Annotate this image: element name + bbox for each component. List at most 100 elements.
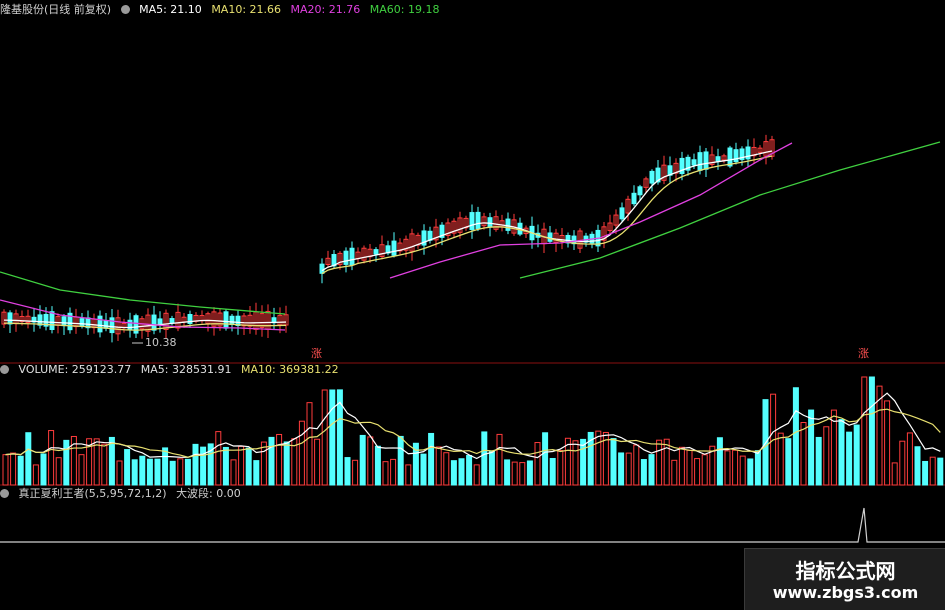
candle-body bbox=[487, 217, 493, 228]
volume-bar bbox=[230, 459, 237, 486]
volume-bar bbox=[473, 464, 480, 486]
volume-bar bbox=[929, 456, 936, 486]
volume-bar bbox=[184, 458, 191, 486]
candle-body bbox=[703, 151, 709, 170]
volume-bar bbox=[610, 438, 617, 486]
volume-bar bbox=[146, 458, 153, 486]
volume-bar bbox=[481, 431, 488, 486]
volume-bar bbox=[359, 434, 366, 486]
volume-bar bbox=[367, 436, 374, 486]
volume-bar bbox=[382, 461, 389, 486]
indicator-value: 大波段: 0.00 bbox=[176, 487, 241, 500]
volume-bar bbox=[268, 436, 275, 486]
volume-bar bbox=[131, 459, 138, 486]
candle-body bbox=[619, 207, 625, 220]
watermark: 指标公式网 www.zbgs3.com bbox=[744, 548, 945, 610]
volume-bar bbox=[656, 439, 663, 486]
volume-bar bbox=[747, 458, 754, 486]
indicator-header: 真正夏利王者(5,5,95,72,1,2) 大波段: 0.00 bbox=[0, 487, 247, 501]
volume-bar bbox=[321, 389, 328, 486]
volume-bar bbox=[823, 426, 830, 486]
volume-bar bbox=[519, 462, 526, 486]
volume-bar bbox=[542, 432, 549, 486]
volume-bar bbox=[732, 449, 739, 486]
volume-bar bbox=[580, 438, 587, 486]
price-header: 隆基股份(日线 前复权) MA5: 21.10 MA10: 21.66 MA20… bbox=[0, 3, 445, 17]
volume-bar bbox=[808, 409, 815, 486]
volume-bar bbox=[154, 458, 161, 486]
volume-bar bbox=[124, 449, 131, 486]
volume-bar bbox=[222, 446, 229, 486]
candle-body bbox=[61, 316, 67, 327]
volume-bar bbox=[458, 458, 465, 486]
volume-bar bbox=[899, 440, 906, 486]
candle-body bbox=[727, 147, 733, 167]
volume-bar bbox=[868, 376, 875, 486]
volume-bar bbox=[78, 454, 85, 486]
volume-bar bbox=[846, 431, 853, 486]
volume-bar bbox=[488, 450, 495, 486]
candle-body bbox=[637, 186, 643, 196]
volume-bar bbox=[618, 452, 625, 486]
settings-icon[interactable] bbox=[120, 5, 130, 14]
indicator-pane bbox=[0, 507, 945, 543]
ma5-readout: MA5: 21.10 bbox=[139, 3, 202, 16]
candle-body bbox=[349, 247, 355, 266]
volume-bar bbox=[648, 454, 655, 486]
candle-body bbox=[109, 317, 115, 334]
volume-bar bbox=[428, 432, 435, 486]
settings-icon[interactable] bbox=[0, 365, 9, 374]
volume-readout: VOLUME: 259123.77 bbox=[18, 363, 132, 376]
candle-body bbox=[505, 218, 511, 231]
volume-bar bbox=[625, 452, 632, 486]
settings-icon[interactable] bbox=[0, 489, 9, 498]
volume-bar bbox=[572, 440, 579, 486]
mark-right: 涨 bbox=[858, 347, 869, 360]
volume-bar bbox=[861, 376, 868, 486]
volume-bar bbox=[420, 453, 427, 486]
volume-bar bbox=[884, 400, 891, 486]
candle-body bbox=[715, 156, 721, 162]
volume-bar bbox=[678, 446, 685, 486]
volume-bar bbox=[314, 438, 321, 486]
watermark-title: 指标公式网 bbox=[795, 559, 896, 583]
candle-body bbox=[547, 232, 553, 242]
candle-body bbox=[475, 211, 481, 229]
vol-ma10-readout: MA10: 369381.22 bbox=[240, 363, 339, 376]
volume-bar bbox=[435, 446, 442, 486]
kline-chart[interactable]: 10.38 涨 涨 bbox=[0, 0, 945, 609]
volume-bar bbox=[352, 459, 359, 486]
volume-bar bbox=[504, 459, 511, 486]
volume-bar bbox=[557, 450, 564, 486]
volume-bar bbox=[101, 443, 108, 486]
volume-bar bbox=[701, 454, 708, 486]
volume-bar bbox=[595, 430, 602, 486]
volume-bar bbox=[329, 389, 336, 486]
volume-bar bbox=[298, 420, 305, 486]
candle-body bbox=[49, 311, 55, 330]
candle-body bbox=[103, 320, 109, 329]
volume-bar bbox=[549, 457, 556, 486]
volume-pane bbox=[2, 376, 944, 486]
volume-bar bbox=[686, 449, 693, 486]
volume-bar bbox=[405, 464, 412, 486]
volume-bar bbox=[694, 458, 701, 486]
volume-bar bbox=[466, 455, 473, 486]
ma60-readout: MA60: 19.18 bbox=[369, 3, 440, 16]
volume-bar bbox=[40, 453, 47, 486]
volume-bar bbox=[10, 452, 17, 486]
volume-bar bbox=[283, 441, 290, 486]
candle-body bbox=[229, 315, 235, 326]
volume-ma10-line bbox=[5, 408, 941, 458]
volume-bar bbox=[2, 454, 9, 486]
volume-bar bbox=[815, 436, 822, 486]
volume-bar bbox=[260, 441, 267, 486]
candle-body bbox=[127, 319, 133, 331]
volume-bar bbox=[526, 460, 533, 486]
ma60-line-left bbox=[0, 271, 286, 315]
volume-bar bbox=[397, 435, 404, 486]
volume-bar bbox=[177, 458, 184, 486]
candle-body bbox=[79, 318, 85, 327]
volume-bar bbox=[108, 436, 115, 486]
volume-bar bbox=[450, 460, 457, 486]
